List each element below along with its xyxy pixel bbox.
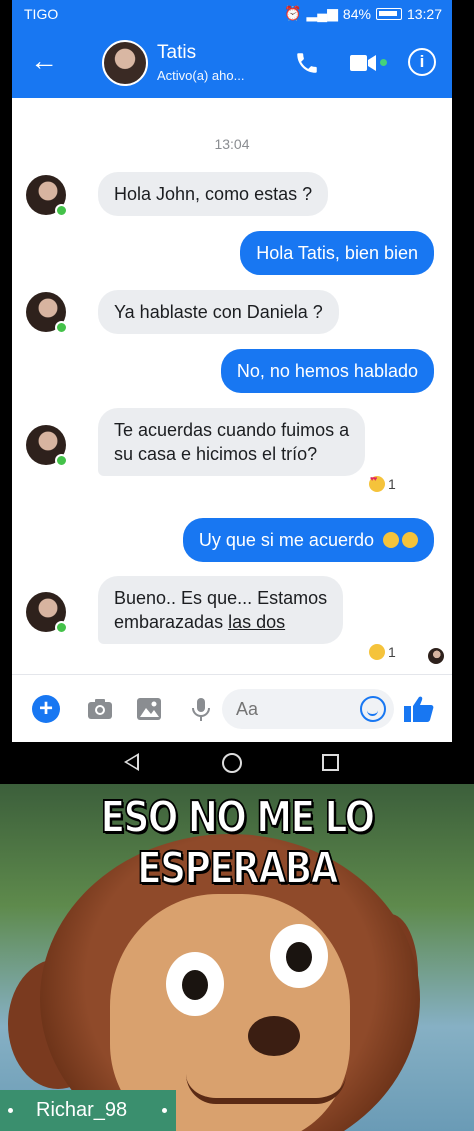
reaction-count: 1	[388, 644, 396, 660]
reaction-count: 1	[388, 476, 396, 492]
outgoing-message[interactable]: Uy que si me acuerdo	[182, 518, 434, 562]
outgoing-message[interactable]: No, no hemos hablado	[220, 349, 434, 393]
monkey-eye	[270, 924, 328, 988]
watermark-text: Richar_98	[36, 1099, 128, 1121]
gallery-icon[interactable]	[136, 697, 162, 721]
message-timestamp: 13:04	[214, 136, 250, 152]
meme-caption: ESO NO ME LO ESPERABA	[100, 791, 376, 895]
message-line: Bueno.. Es que... Estamos	[114, 588, 328, 608]
online-indicator	[55, 204, 68, 217]
android-nav-bar	[12, 742, 452, 784]
microphone-icon[interactable]	[188, 697, 214, 721]
sender-avatar[interactable]	[26, 175, 68, 217]
message-reaction[interactable]: 1	[369, 476, 396, 492]
contact-avatar[interactable]	[102, 40, 148, 86]
incoming-message[interactable]: Ya hablaste con Daniela ?	[98, 290, 339, 334]
monkey-nose	[248, 1016, 300, 1056]
phone-screenshot: TIGO ⏰ ▂▄▆ 84% 13:27 ← Tatis Activo(a) a…	[12, 0, 452, 784]
sender-avatar[interactable]	[26, 292, 68, 334]
camera-icon[interactable]	[87, 697, 113, 721]
grin-sweat-emoji-icon	[383, 532, 399, 548]
battery-percent: 84%	[342, 5, 371, 22]
carrier-name: TIGO	[24, 6, 59, 22]
sender-avatar[interactable]	[26, 592, 68, 634]
message-text: Uy que si me acuerdo	[198, 530, 374, 550]
nav-home-icon[interactable]	[222, 753, 242, 773]
status-right: ⏰ ▂▄▆ 84% 13:27	[284, 5, 442, 22]
back-arrow-icon[interactable]: ←	[30, 46, 58, 76]
clock: 13:27	[406, 5, 442, 22]
battery-icon	[375, 7, 402, 20]
sad-emoji-icon	[369, 644, 385, 660]
outgoing-message[interactable]: Hola Tatis, bien bien	[240, 231, 434, 275]
signal-icon: ▂▄▆	[306, 5, 338, 21]
video-active-dot	[380, 59, 387, 66]
emoji-icon[interactable]	[360, 696, 386, 722]
message-line: Te acuerdas cuando fuimos a	[114, 420, 350, 440]
add-icon[interactable]: +	[32, 695, 60, 723]
status-bar: TIGO ⏰ ▂▄▆ 84% 13:27	[12, 0, 452, 28]
seen-receipt-avatar	[428, 648, 444, 664]
monkey-mouth	[186, 1074, 346, 1104]
alarm-icon: ⏰	[284, 5, 302, 21]
conversation: 13:04 Hola John, como estas ? Hola Tatis…	[12, 98, 452, 674]
online-indicator	[55, 454, 68, 467]
thumbs-up-icon[interactable]	[404, 695, 434, 723]
message-composer: +	[12, 674, 452, 742]
info-icon[interactable]: i	[408, 48, 436, 76]
nav-recents-icon[interactable]	[322, 754, 339, 771]
nav-back-icon[interactable]	[124, 753, 139, 771]
sender-avatar[interactable]	[26, 425, 68, 467]
message-reaction[interactable]: 1	[369, 644, 396, 660]
message-input-box	[222, 689, 394, 729]
message-line: su casa e hicimos el trío?	[114, 444, 318, 464]
phone-call-icon[interactable]	[294, 50, 320, 76]
video-call-icon[interactable]	[350, 54, 376, 72]
tag-dot	[162, 1108, 167, 1113]
chat-header: ← Tatis Activo(a) aho... i	[12, 28, 452, 98]
smirk-emoji-icon	[402, 532, 418, 548]
heart-eyes-emoji-icon	[369, 476, 385, 492]
incoming-message[interactable]: Hola John, como estas ?	[98, 172, 329, 216]
online-indicator	[55, 321, 68, 334]
message-input[interactable]	[222, 689, 342, 729]
incoming-message[interactable]: Bueno.. Es que... Estamos embarazadas la…	[98, 576, 344, 644]
online-indicator	[55, 621, 68, 634]
message-line: embarazadas las dos	[114, 610, 327, 634]
contact-status: Activo(a) aho...	[157, 68, 245, 83]
message-text: embarazadas	[114, 612, 229, 632]
message-emojis	[383, 532, 418, 548]
contact-name[interactable]: Tatis	[157, 42, 196, 64]
monkey-eye	[166, 952, 224, 1016]
underlined-text: las dos	[228, 612, 286, 632]
tag-dot	[8, 1108, 13, 1113]
watermark-tag: Richar_98	[0, 1090, 176, 1131]
meme-image: ESO NO ME LO ESPERABA	[0, 784, 474, 1131]
incoming-message[interactable]: Te acuerdas cuando fuimos a su casa e hi…	[98, 408, 366, 476]
